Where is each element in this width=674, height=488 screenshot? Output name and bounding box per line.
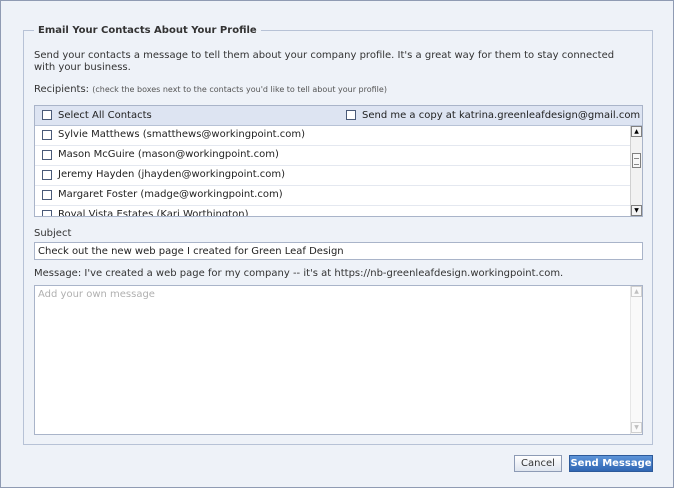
- contacts-scrollbar[interactable]: ▲ ▼: [630, 126, 642, 216]
- scroll-down-icon[interactable]: ▼: [631, 422, 642, 433]
- select-all-checkbox[interactable]: [42, 110, 52, 120]
- scroll-thumb[interactable]: [632, 153, 641, 168]
- contact-checkbox[interactable]: [42, 150, 52, 160]
- send-message-button[interactable]: Send Message: [569, 455, 653, 472]
- contact-name: Mason McGuire (mason@workingpoint.com): [58, 149, 279, 160]
- message-textarea[interactable]: [34, 285, 643, 435]
- cancel-button[interactable]: Cancel: [514, 455, 562, 472]
- contact-name: Royal Vista Estates (Kari Worthington): [58, 209, 249, 217]
- scroll-down-icon[interactable]: ▼: [631, 205, 642, 216]
- send-copy-label[interactable]: Send me a copy at katrina.greenleafdesig…: [362, 110, 640, 121]
- subject-input[interactable]: [34, 242, 643, 260]
- send-copy-checkbox[interactable]: [346, 110, 356, 120]
- recipients-label: Recipients: (check the boxes next to the…: [34, 84, 387, 95]
- contact-checkbox[interactable]: [42, 210, 52, 216]
- recipients-hint: (check the boxes next to the contacts yo…: [92, 85, 387, 94]
- scroll-up-icon[interactable]: ▲: [631, 126, 642, 137]
- contact-row[interactable]: Sylvie Matthews (smatthews@workingpoint.…: [35, 126, 631, 146]
- contact-row[interactable]: Jeremy Hayden (jhayden@workingpoint.com): [35, 166, 631, 186]
- scroll-up-icon[interactable]: ▲: [631, 286, 642, 297]
- email-contacts-dialog: Email Your Contacts About Your Profile S…: [0, 0, 674, 488]
- contact-checkbox[interactable]: [42, 130, 52, 140]
- contacts-header: Select All Contacts Send me a copy at ka…: [35, 106, 642, 126]
- contact-name: Jeremy Hayden (jhayden@workingpoint.com): [58, 169, 286, 180]
- intro-text: Send your contacts a message to tell the…: [34, 50, 615, 73]
- contact-name: Sylvie Matthews (smatthews@workingpoint.…: [58, 129, 306, 140]
- message-label: Message: I've created a web page for my …: [34, 268, 564, 279]
- contact-row[interactable]: Mason McGuire (mason@workingpoint.com): [35, 146, 631, 166]
- contact-row[interactable]: Margaret Foster (madge@workingpoint.com): [35, 186, 631, 206]
- subject-label: Subject: [34, 228, 72, 239]
- contact-row[interactable]: Royal Vista Estates (Kari Worthington): [35, 206, 631, 217]
- message-scrollbar[interactable]: ▲ ▼: [630, 286, 642, 434]
- panel-title: Email Your Contacts About Your Profile: [38, 25, 257, 36]
- contacts-list: Select All Contacts Send me a copy at ka…: [34, 105, 643, 217]
- recipients-title: Recipients:: [34, 84, 90, 95]
- contact-checkbox[interactable]: [42, 170, 52, 180]
- select-all-label[interactable]: Select All Contacts: [58, 110, 152, 121]
- contact-checkbox[interactable]: [42, 190, 52, 200]
- contact-name: Margaret Foster (madge@workingpoint.com): [58, 189, 283, 200]
